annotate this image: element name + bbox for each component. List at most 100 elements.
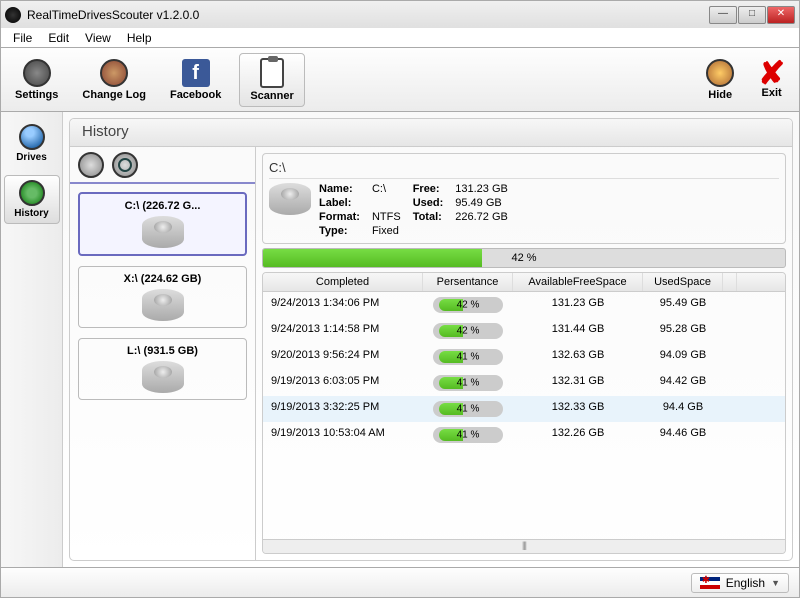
detail-title: C:\ — [269, 160, 779, 179]
cell-used: 95.28 GB — [643, 321, 723, 341]
gear-icon — [23, 59, 51, 87]
drive-column: C:\ (226.72 G... X:\ (224.62 GB) L:\ (93… — [70, 147, 256, 560]
usage-text: 42 % — [511, 252, 536, 264]
drives-icon — [19, 124, 45, 150]
cell-free: 132.63 GB — [513, 347, 643, 367]
hdd-icon — [142, 361, 184, 393]
log-icon — [100, 59, 128, 87]
cell-completed: 9/19/2013 6:03:05 PM — [263, 373, 423, 393]
language-selector[interactable]: English ▼ — [691, 573, 789, 593]
footer: English ▼ — [0, 568, 800, 598]
cell-free: 131.44 GB — [513, 321, 643, 341]
language-label: English — [726, 576, 765, 590]
free-key: Free: — [413, 183, 444, 195]
tab-history-label: History — [14, 208, 48, 219]
title-bar: RealTimeDrivesScouter v1.2.0.0 — □ ✕ — [0, 0, 800, 28]
settings-button[interactable]: Settings — [9, 57, 64, 103]
cell-used: 94.46 GB — [643, 425, 723, 445]
total-key: Total: — [413, 211, 444, 223]
vertical-tabs: Drives History — [1, 112, 63, 567]
cell-completed: 9/19/2013 3:32:25 PM — [263, 399, 423, 419]
drive-item-l[interactable]: L:\ (931.5 GB) — [78, 338, 247, 400]
name-key: Name: — [319, 183, 360, 195]
hdd-icon — [269, 183, 311, 215]
settings-label: Settings — [15, 89, 58, 101]
table-row[interactable]: 9/19/2013 3:32:25 PM41 %132.33 GB94.4 GB — [263, 396, 785, 422]
menu-view[interactable]: View — [77, 31, 119, 45]
cell-used: 94.4 GB — [643, 399, 723, 419]
exit-button[interactable]: ✘ Exit — [752, 59, 791, 101]
cell-used: 94.09 GB — [643, 347, 723, 367]
label-key: Label: — [319, 197, 360, 209]
cell-percent: 42 % — [423, 321, 513, 341]
col-used[interactable]: UsedSpace — [643, 273, 723, 291]
table-row[interactable]: 9/20/2013 9:56:24 PM41 %132.63 GB94.09 G… — [263, 344, 785, 370]
col-percent[interactable]: Persentance — [423, 273, 513, 291]
format-key: Format: — [319, 211, 360, 223]
menu-edit[interactable]: Edit — [40, 31, 77, 45]
drive-detail: C:\ Name: C:\ Free: 131.23 GB Label: Used:… — [262, 153, 786, 244]
tab-history[interactable]: History — [4, 175, 60, 224]
scan-icon[interactable] — [78, 152, 104, 178]
scanner-button[interactable]: Scanner — [239, 53, 304, 107]
col-free[interactable]: AvailableFreeSpace — [513, 273, 643, 291]
details-column: C:\ Name: C:\ Free: 131.23 GB Label: Used:… — [256, 147, 792, 560]
label-val — [372, 197, 401, 209]
hdd-icon — [142, 216, 184, 248]
table-row[interactable]: 9/24/2013 1:14:58 PM42 %131.44 GB95.28 G… — [263, 318, 785, 344]
table-row[interactable]: 9/19/2013 10:53:04 AM41 %132.26 GB94.46 … — [263, 422, 785, 448]
toolbar: Settings Change Log f Facebook Scanner H… — [0, 48, 800, 112]
cell-percent: 41 % — [423, 399, 513, 419]
flag-icon — [700, 577, 720, 589]
used-val: 95.49 GB — [455, 197, 508, 209]
free-val: 131.23 GB — [455, 183, 508, 195]
detail-table: Name: C:\ Free: 131.23 GB Label: Used: 95.4… — [319, 183, 508, 237]
col-completed[interactable]: Completed — [263, 273, 423, 291]
app-icon — [5, 7, 21, 23]
history-table: Completed Persentance AvailableFreeSpace… — [262, 272, 786, 554]
window-title: RealTimeDrivesScouter v1.2.0.0 — [27, 8, 709, 22]
history-icon — [19, 180, 45, 206]
type-val: Fixed — [372, 225, 401, 237]
used-key: Used: — [413, 197, 444, 209]
drive-list: C:\ (226.72 G... X:\ (224.62 GB) L:\ (93… — [70, 182, 255, 408]
table-body[interactable]: 9/24/2013 1:34:06 PM42 %131.23 GB95.49 G… — [263, 292, 785, 539]
menu-file[interactable]: File — [5, 31, 40, 45]
changelog-button[interactable]: Change Log — [76, 57, 152, 103]
tab-drives[interactable]: Drives — [4, 120, 60, 167]
cell-free: 132.26 GB — [513, 425, 643, 445]
cell-free: 132.31 GB — [513, 373, 643, 393]
drive-label: C:\ (226.72 G... — [88, 200, 237, 212]
chevron-down-icon: ▼ — [771, 578, 780, 588]
close-button[interactable]: ✕ — [767, 6, 795, 24]
table-row[interactable]: 9/24/2013 1:34:06 PM42 %131.23 GB95.49 G… — [263, 292, 785, 318]
hide-button[interactable]: Hide — [700, 57, 740, 103]
hide-icon — [706, 59, 734, 87]
exit-label: Exit — [762, 87, 782, 99]
name-val: C:\ — [372, 183, 401, 195]
table-row[interactable]: 9/19/2013 6:03:05 PM41 %132.31 GB94.42 G… — [263, 370, 785, 396]
drive-item-c[interactable]: C:\ (226.72 G... — [78, 192, 247, 256]
history-panel: History C:\ (226.72 G... X:\ (224.62 GB) — [69, 118, 793, 561]
main-area: Drives History History C:\ (226.72 G... — [0, 112, 800, 568]
cell-used: 94.42 GB — [643, 373, 723, 393]
cell-percent: 41 % — [423, 347, 513, 367]
usage-progress: 42 % — [262, 248, 786, 268]
hdd-icon — [142, 289, 184, 321]
maximize-button[interactable]: □ — [738, 6, 766, 24]
cell-free: 131.23 GB — [513, 295, 643, 315]
minimize-button[interactable]: — — [709, 6, 737, 24]
search-icon[interactable] — [112, 152, 138, 178]
cell-completed: 9/24/2013 1:14:58 PM — [263, 321, 423, 341]
drive-label: X:\ (224.62 GB) — [87, 273, 238, 285]
changelog-label: Change Log — [82, 89, 146, 101]
facebook-button[interactable]: f Facebook — [164, 57, 227, 103]
menu-bar: File Edit View Help — [0, 28, 800, 48]
panel-title: History — [70, 119, 792, 147]
drive-tools — [70, 147, 255, 183]
horizontal-scrollbar[interactable] — [263, 539, 785, 553]
facebook-label: Facebook — [170, 89, 221, 101]
cell-completed: 9/20/2013 9:56:24 PM — [263, 347, 423, 367]
menu-help[interactable]: Help — [119, 31, 160, 45]
drive-item-x[interactable]: X:\ (224.62 GB) — [78, 266, 247, 328]
